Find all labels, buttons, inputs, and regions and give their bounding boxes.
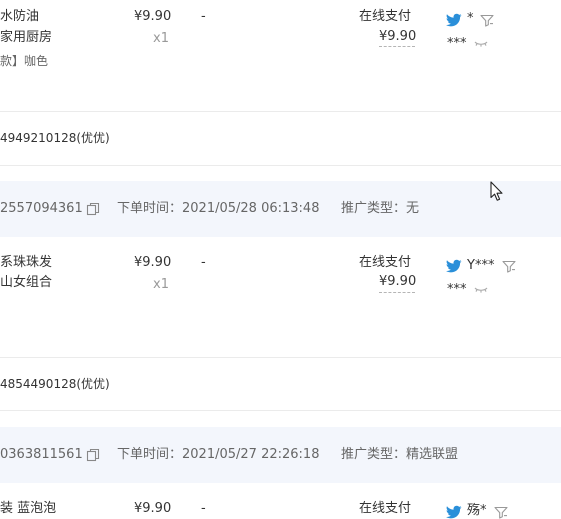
discount: - <box>201 501 206 516</box>
unit-price: ¥9.90 <box>134 255 172 270</box>
product-title-line-1[interactable]: 系珠珠发 <box>0 255 52 271</box>
filter-icon[interactable] <box>494 506 508 519</box>
order-time-label: 下单时间： <box>117 201 183 216</box>
filter-icon[interactable] <box>502 260 516 273</box>
eye-closed-icon[interactable] <box>474 286 488 294</box>
unit-price: ¥9.90 <box>134 501 172 516</box>
order-footer-id: 4949210128(优优) <box>0 131 110 145</box>
buyer-name: Y*** <box>467 258 495 273</box>
promo-type-value: 精选联盟 <box>406 447 459 462</box>
eye-closed-icon[interactable] <box>474 40 488 48</box>
copy-icon[interactable] <box>86 448 100 462</box>
order-time-label: 下单时间： <box>117 447 183 462</box>
payment-method: 在线支付 <box>359 501 412 516</box>
promo-type: 推广类型：无 <box>341 201 419 217</box>
product-variant: 款】咖色 <box>0 54 49 68</box>
quantity: x1 <box>153 277 169 292</box>
buyer-masked: *** <box>447 282 467 297</box>
paid-amount: ¥9.90 <box>379 29 417 44</box>
paid-amount-underline <box>379 292 415 293</box>
payment-method: 在线支付 <box>359 9 412 24</box>
buyer-name: * <box>467 11 474 26</box>
discount: - <box>201 9 206 24</box>
separator <box>0 357 561 358</box>
order-id: 2557094361 <box>0 201 83 216</box>
order-time-value: 2021/05/28 06:13:48 <box>182 201 320 216</box>
separator <box>0 165 561 166</box>
buyer-masked: *** <box>447 36 467 51</box>
product-title-line-1[interactable]: 水防油 <box>0 9 39 25</box>
filter-icon[interactable] <box>480 14 494 27</box>
order-footer-id: 4854490128(优优) <box>0 377 110 391</box>
paid-amount-underline <box>379 46 415 47</box>
order-time-value: 2021/05/27 22:26:18 <box>182 447 320 462</box>
order-header: 0363811561 下单时间：2021/05/27 22:26:18 推广类型… <box>0 427 561 483</box>
promo-type-value: 无 <box>406 201 420 216</box>
buyer-name: 殇* <box>467 503 487 518</box>
product-title-line-2[interactable]: 家用厨房 <box>0 30 52 46</box>
payment-method: 在线支付 <box>359 255 412 270</box>
mouse-cursor-icon <box>490 181 503 201</box>
quantity: x1 <box>153 31 169 46</box>
discount: - <box>201 255 206 270</box>
unit-price: ¥9.90 <box>134 9 172 24</box>
copy-icon[interactable] <box>86 202 100 216</box>
promo-type-label: 推广类型： <box>341 201 407 216</box>
product-title-line-1[interactable]: 装 蓝泡泡 <box>0 501 56 517</box>
separator <box>0 111 561 112</box>
promo-type: 推广类型：精选联盟 <box>341 447 458 463</box>
promo-type-label: 推广类型： <box>341 447 407 462</box>
order-time: 下单时间：2021/05/27 22:26:18 <box>117 447 319 463</box>
bird-icon <box>446 259 462 273</box>
order-time: 下单时间：2021/05/28 06:13:48 <box>117 201 319 217</box>
order-header: 2557094361 下单时间：2021/05/28 06:13:48 推广类型… <box>0 181 561 237</box>
product-title-line-2[interactable]: 山女组合 <box>0 275 52 291</box>
paid-amount: ¥9.90 <box>379 274 417 289</box>
bird-icon <box>446 13 462 27</box>
separator <box>0 410 561 411</box>
bird-icon <box>446 505 462 519</box>
order-id: 0363811561 <box>0 447 83 462</box>
